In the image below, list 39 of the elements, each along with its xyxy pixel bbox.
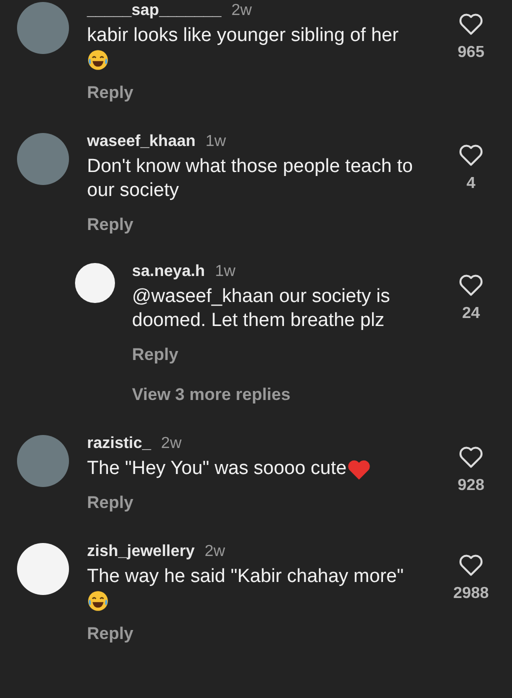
laughing-face-icon	[87, 590, 109, 612]
like-heart-icon[interactable]	[458, 273, 484, 297]
timestamp: 2w	[204, 543, 226, 561]
like-heart-icon[interactable]	[458, 553, 484, 577]
view-more-replies-link[interactable]: View 3 more replies	[132, 385, 290, 405]
timestamp: 2w	[231, 2, 252, 20]
like-count: 4	[466, 175, 476, 193]
comment-text: @waseef_khaan our society is doomed. Let them breathe plz	[132, 285, 391, 333]
timestamp: 1w	[214, 263, 236, 281]
laughing-face-icon	[87, 49, 109, 71]
like-heart-icon[interactable]	[458, 143, 484, 167]
username[interactable]: waseef_khaan	[87, 133, 196, 151]
avatar-photo-placeholder[interactable]	[17, 133, 69, 185]
avatar[interactable]	[17, 543, 69, 595]
comment-text: kabir looks like younger sibling of her	[87, 24, 399, 48]
username[interactable]: _____sap_______	[87, 2, 222, 20]
comment-text: The "Hey You" was soooo cute	[87, 457, 347, 481]
like-count: 24	[462, 305, 480, 323]
avatar-photo-placeholder[interactable]	[17, 2, 69, 54]
like-count: 965	[458, 44, 484, 62]
avatar-photo-placeholder[interactable]	[17, 435, 69, 487]
reply-link[interactable]: Reply	[132, 345, 178, 365]
like-heart-icon[interactable]	[458, 12, 484, 36]
reply-link[interactable]: Reply	[87, 215, 134, 235]
like-heart-icon[interactable]	[458, 445, 484, 469]
like-count: 2988	[453, 585, 489, 603]
timestamp: 2w	[161, 435, 182, 453]
reply-link[interactable]: Reply	[87, 493, 134, 513]
timestamp: 1w	[206, 133, 226, 151]
reply-link[interactable]: Reply	[87, 624, 134, 644]
avatar[interactable]	[75, 263, 115, 303]
username[interactable]: zish_jewellery	[87, 543, 195, 561]
reply-link[interactable]: Reply	[87, 83, 134, 103]
username[interactable]: razistic_	[87, 435, 152, 453]
comment-text: The way he said "Kabir chahay more"	[87, 565, 404, 589]
comment-text: Don't know what those people teach to our society	[87, 155, 414, 203]
like-count: 928	[458, 477, 484, 495]
username[interactable]: sa.neya.h	[132, 263, 205, 281]
heart-icon	[346, 458, 371, 480]
